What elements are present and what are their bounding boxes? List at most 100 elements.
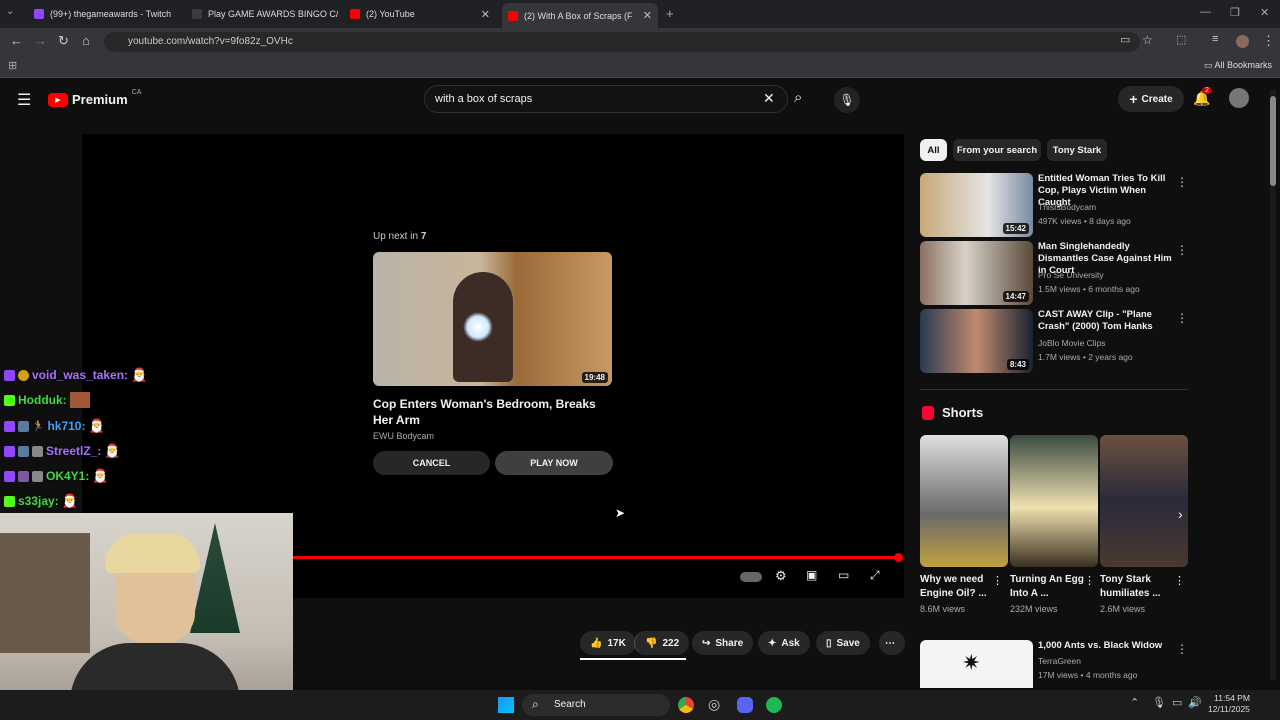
chip-tony-stark[interactable]: Tony Stark xyxy=(1047,139,1107,161)
forward-icon[interactable]: → xyxy=(34,33,47,48)
tab-twitch[interactable]: (99+) thegameawards - Twitch ✕ xyxy=(28,4,178,24)
brand-label: Premium xyxy=(72,92,128,107)
cast-icon[interactable]: ▭ xyxy=(1120,33,1130,46)
related-video[interactable]: ✷ 1,000 Ants vs. Black Widow TerraGreen … xyxy=(920,640,1188,688)
clear-search-icon[interactable]: ✕ xyxy=(763,90,775,107)
more-vert-icon[interactable]: ⋮ xyxy=(1176,642,1188,656)
autoplay-toggle[interactable] xyxy=(740,572,762,582)
shorts-header: Shorts xyxy=(922,405,983,420)
address-toolbar: ← → ↻ ⌂ youtube.com/watch?v=9fo82z_OVHc … xyxy=(0,28,1280,56)
create-button[interactable]: + Create xyxy=(1118,86,1184,112)
video-meta: 1.5M views • 6 months ago xyxy=(1038,284,1140,294)
microphone-icon[interactable]: 🎙 xyxy=(834,87,860,113)
windows-start-icon[interactable] xyxy=(498,697,514,713)
next-video-channel[interactable]: EWU Bodycam xyxy=(373,431,434,441)
more-vert-icon[interactable]: ⋮ xyxy=(1176,311,1188,325)
video-meta: 1.7M views • 2 years ago xyxy=(1038,352,1133,362)
fullscreen-icon[interactable]: ⤢ xyxy=(870,568,880,583)
santa-emote-icon: 🎅 xyxy=(131,367,148,382)
profile-avatar[interactable] xyxy=(1236,35,1249,48)
taskbar-search[interactable]: ⌕ Search xyxy=(522,694,670,716)
user-avatar[interactable] xyxy=(1229,88,1249,108)
like-ratio-bar xyxy=(580,658,686,660)
back-icon[interactable]: ← xyxy=(10,33,23,48)
all-bookmarks[interactable]: ▭ All Bookmarks xyxy=(1204,60,1272,71)
youtube-logo[interactable]: ▶ Premium CA xyxy=(48,89,141,107)
settings-gear-icon[interactable]: ⚙ xyxy=(775,568,787,584)
apps-icon[interactable]: ⊞ xyxy=(8,59,17,72)
search-icon[interactable]: ⌕ xyxy=(794,89,802,106)
short-title[interactable]: Turning An Egg Into A ... xyxy=(1010,573,1088,601)
chip-from-search[interactable]: From your search xyxy=(953,139,1041,161)
create-label: Create xyxy=(1141,93,1173,105)
related-video[interactable]: 8:43 CAST AWAY Clip - "Plane Crash" (200… xyxy=(920,309,1188,375)
maximize-icon[interactable]: ❐ xyxy=(1230,6,1240,19)
video-channel: JoBlo Movie Clips xyxy=(1038,338,1106,348)
obs-icon[interactable]: ◎ xyxy=(708,696,720,713)
cancel-button[interactable]: CANCEL xyxy=(373,451,490,475)
more-actions-button[interactable]: ⋯ xyxy=(879,631,905,655)
volume-icon[interactable]: 🔊 xyxy=(1188,696,1202,709)
like-button[interactable]: 👍 17K xyxy=(580,631,636,655)
shorts-next-icon[interactable]: › xyxy=(1178,506,1183,522)
discord-icon[interactable] xyxy=(737,697,753,713)
tab-bingo[interactable]: Play GAME AWARDS BINGO C/ ✕ xyxy=(186,4,338,24)
progress-scrubber[interactable] xyxy=(894,553,903,562)
home-icon[interactable]: ⌂ xyxy=(82,33,90,48)
chat-message: void_was_taken: 🎅 xyxy=(4,367,147,383)
tab-youtube[interactable]: (2) YouTube ✕ xyxy=(344,4,496,24)
tab-list-icon[interactable]: ⌄ xyxy=(6,6,14,17)
dislike-button[interactable]: 👎 222 xyxy=(634,631,690,655)
browser-menu-icon[interactable]: ⋮ xyxy=(1262,33,1275,49)
next-video-title[interactable]: Cop Enters Woman's Bedroom, Breaks Her A… xyxy=(373,396,613,428)
spotify-icon[interactable] xyxy=(766,697,782,713)
save-button[interactable]: ▯ Save xyxy=(816,631,870,655)
taskbar-clock[interactable]: 11:54 PM 12/11/2025 xyxy=(1208,693,1250,715)
more-vert-icon[interactable]: ⋮ xyxy=(1176,175,1188,189)
related-video[interactable]: 14:47 Man Singlehandedly Dismantles Case… xyxy=(920,241,1188,307)
minimize-icon[interactable]: — xyxy=(1200,6,1211,18)
chrome-icon[interactable] xyxy=(678,697,694,713)
miniplayer-icon[interactable]: ▣ xyxy=(806,568,817,582)
search-input[interactable]: with a box of scraps xyxy=(424,85,788,113)
hamburger-menu-icon[interactable]: ☰ xyxy=(17,90,31,110)
tray-chevron-icon[interactable]: ⌃ xyxy=(1130,696,1139,709)
more-vert-icon[interactable]: ⋮ xyxy=(1084,574,1095,587)
cast-icon[interactable]: ▭ xyxy=(838,568,849,582)
more-vert-icon[interactable]: ⋮ xyxy=(992,574,1003,587)
reload-icon[interactable]: ↻ xyxy=(58,33,69,49)
close-icon[interactable]: ✕ xyxy=(481,8,490,21)
next-video-thumbnail[interactable]: 19:48 xyxy=(373,252,612,386)
scrollbar-thumb[interactable] xyxy=(1270,96,1276,186)
video-channel: TerraGreen xyxy=(1038,656,1081,666)
short-thumbnail[interactable] xyxy=(1010,435,1098,567)
new-tab-icon[interactable]: + xyxy=(666,6,674,21)
media-icon[interactable]: ≡ xyxy=(1212,33,1218,45)
more-vert-icon[interactable]: ⋮ xyxy=(1174,574,1185,587)
santa-emote-icon: 🎅 xyxy=(104,443,121,458)
share-button[interactable]: ↪ Share xyxy=(692,631,754,655)
window-close-icon[interactable]: ✕ xyxy=(1260,6,1269,19)
related-video[interactable]: 15:42 Entitled Woman Tries To Kill Cop, … xyxy=(920,173,1188,239)
close-icon[interactable]: ✕ xyxy=(643,9,652,22)
short-thumbnail[interactable] xyxy=(1100,435,1188,567)
sparkle-icon: ✦ xyxy=(768,637,777,649)
play-now-button[interactable]: PLAY NOW xyxy=(495,451,613,475)
page-scrollbar[interactable] xyxy=(1270,90,1276,680)
close-icon[interactable]: ✕ xyxy=(177,8,178,21)
short-title[interactable]: Tony Stark humiliates ... xyxy=(1100,573,1178,601)
mic-tray-icon[interactable]: 🎙 xyxy=(1152,696,1166,709)
santa-emote-icon: 🎅 xyxy=(92,468,109,483)
network-icon[interactable]: ▭ xyxy=(1172,696,1182,709)
badge-icon xyxy=(18,470,29,482)
short-title[interactable]: Why we need Engine Oil? ... xyxy=(920,573,998,601)
bookmark-star-icon[interactable]: ☆ xyxy=(1142,33,1153,47)
tab-active-video[interactable]: (2) With A Box of Scraps (F ✕ xyxy=(502,3,658,28)
ask-button[interactable]: ✦ Ask xyxy=(758,631,810,655)
extensions-icon[interactable]: ⬚ xyxy=(1176,33,1186,46)
up-next-label: Up next in 7 xyxy=(373,231,426,242)
chip-all[interactable]: All xyxy=(920,139,947,161)
url-field[interactable]: youtube.com/watch?v=9fo82z_OVHc xyxy=(104,32,1140,52)
short-thumbnail[interactable] xyxy=(920,435,1008,567)
more-vert-icon[interactable]: ⋮ xyxy=(1176,243,1188,257)
